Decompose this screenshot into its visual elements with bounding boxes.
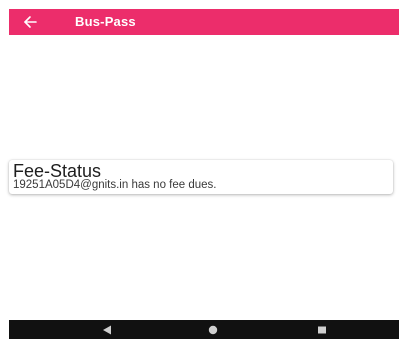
nav-recents-icon[interactable] <box>312 320 332 339</box>
app-bar: Bus-Pass <box>9 9 399 35</box>
fee-status-title: Fee-Status <box>13 161 102 181</box>
nav-back-icon[interactable] <box>97 320 117 339</box>
frame-edge <box>0 0 8 339</box>
back-arrow-icon[interactable] <box>23 15 37 29</box>
fee-status-card: Fee-Status 19251A05D4@gnits.in has no fe… <box>9 160 393 194</box>
fee-status-message: 19251A05D4@gnits.in has no fee dues. <box>13 179 217 191</box>
nav-home-icon[interactable] <box>203 320 223 339</box>
system-nav-bar <box>9 320 399 339</box>
screen: Bus-Pass Fee-Status 19251A05D4@gnits.in … <box>0 0 399 339</box>
app-title: Bus-Pass <box>75 14 136 29</box>
